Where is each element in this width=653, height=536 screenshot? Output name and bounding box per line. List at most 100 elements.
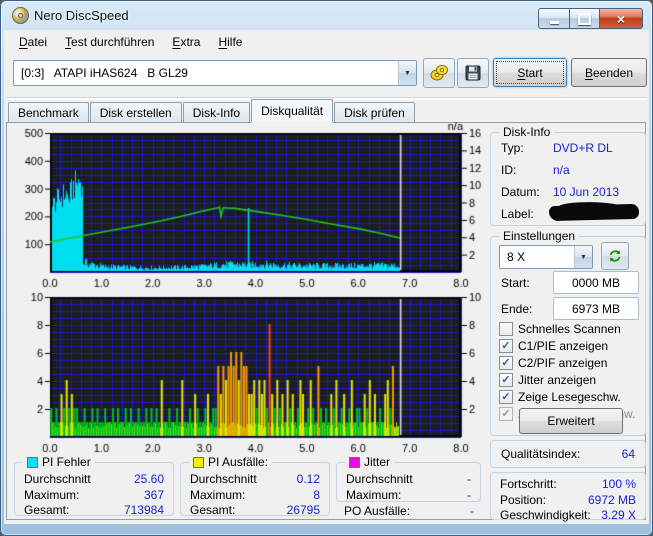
po-failures-row: PO Ausfälle: - (344, 504, 474, 518)
checkbox-label: Jitter anzeigen (518, 372, 597, 387)
end-pos-label: Ende: (501, 302, 533, 316)
menu-item-extra[interactable]: Extra (163, 33, 209, 51)
menu-item-datei[interactable]: Datei (10, 33, 56, 51)
pi-errors-group: PI Fehler Durchschnitt 25.60 Maximum: 367 … (14, 455, 174, 519)
stat-label: Durchschnitt (190, 472, 257, 486)
start-pos-label: Start: (501, 276, 530, 290)
tab-disk-erstellen[interactable]: Disk erstellen (89, 102, 182, 122)
toolbar: [0:3] ATAPI iHAS624 B GL29 ▼ Start Beend… (4, 52, 649, 96)
stat-label: Gesamt: (190, 503, 236, 517)
checkbox-box: ✓ (499, 372, 513, 387)
pi-failures-legend: PI Ausfälle: (189, 455, 273, 469)
minimize-icon (549, 21, 559, 24)
pi-failures-group: PI Ausfälle: Durchschnitt 0.12 Maximum: 8 … (180, 455, 330, 519)
start-pos-field[interactable]: 0000 MB (553, 271, 639, 294)
end-pos-value: 6973 MB (571, 301, 621, 316)
drive-select[interactable]: [0:3] ATAPI iHAS624 B GL29 ▼ (13, 60, 417, 86)
checkbox-jitter-anzeigen[interactable]: ✓ Jitter anzeigen (499, 372, 596, 387)
maximize-button[interactable] (570, 8, 600, 29)
pi-errors-title: PI Fehler (42, 455, 91, 469)
refresh-icon (609, 250, 621, 262)
stat-row: Gesamt: 713984 (15, 503, 173, 519)
checkbox-box: ✓ (499, 406, 513, 421)
pie-error-chart (8, 122, 486, 288)
pi-errors-swatch (27, 456, 38, 468)
checkbox-c1-pie-anzeigen[interactable]: ✓ C1/PIE anzeigen (499, 338, 608, 353)
close-icon: × (616, 10, 626, 27)
stat-value: - (467, 472, 471, 486)
menu-item-hilfe[interactable]: Hilfe (209, 33, 251, 51)
pi-errors-legend: PI Fehler (23, 455, 95, 469)
checkbox-zeige-lesegeschw[interactable]: ✓ Zeige Lesegeschw. (499, 389, 621, 404)
start-button[interactable]: Start (493, 58, 567, 87)
stat-value: 713984 (123, 503, 164, 517)
advanced-button[interactable]: Erweitert (519, 408, 623, 434)
checkbox-schnelles-scannen[interactable]: Schnelles Scannen (499, 321, 621, 336)
id-label: ID: (501, 163, 517, 177)
progress-panel: Fortschritt: 100 % Position: 6972 MB Gesch… (490, 472, 646, 522)
stat-label: Maximum: (346, 487, 402, 502)
disk-info-title: Disk-Info (499, 125, 555, 139)
tab-benchmark[interactable]: Benchmark (8, 102, 89, 122)
disc-options-button[interactable] (423, 58, 455, 88)
quit-button[interactable]: Beenden (571, 58, 647, 87)
stat-row: Durchschnitt 25.60 (15, 472, 173, 488)
settings-group: Einstellungen 8 X ▼ Start: 0000 MB Ende:… (490, 229, 646, 436)
tab-diskqualitaet[interactable]: Diskqualität (251, 99, 334, 122)
save-button[interactable] (457, 58, 489, 88)
datum-value: 10 Jun 2013 (553, 185, 620, 199)
speed-select[interactable]: 8 X ▼ (499, 245, 593, 269)
app-window: Nero DiscSpeed × Datei Test durchführen … (0, 0, 653, 536)
progress-label: Fortschritt: (500, 477, 557, 491)
checkbox-box: ✓ (499, 389, 513, 404)
stat-row: Maximum: 367 (15, 488, 173, 504)
end-pos-field[interactable]: 6973 MB (553, 297, 639, 320)
chevron-down-icon[interactable]: ▼ (574, 246, 592, 268)
position-value: 6972 MB (587, 492, 636, 507)
title-bar[interactable]: Nero DiscSpeed × (0, 0, 653, 30)
typ-label: Typ: (501, 141, 524, 155)
disk-info-row-id: ID: n/a (501, 163, 637, 177)
progress-row: Fortschritt: 100 % (491, 477, 645, 493)
datum-label: Datum: (501, 185, 540, 199)
stat-label: Maximum: (190, 487, 246, 502)
speed-label: Geschwindigkeit: (500, 508, 591, 522)
quality-index-value: 64 (621, 447, 635, 461)
drive-select-value: [0:3] ATAPI iHAS624 B GL29 (21, 66, 188, 80)
minimize-button[interactable] (538, 8, 570, 29)
menu-item-test-durchfuehren[interactable]: Test durchführen (56, 33, 163, 51)
speed-row: Geschwindigkeit: 3.29 X (491, 508, 645, 524)
stat-value: - (467, 487, 471, 502)
close-button[interactable]: × (600, 8, 643, 29)
disk-info-row-datum: Datum: 10 Jun 2013 (501, 185, 637, 199)
checkbox-box: ✓ (499, 355, 513, 370)
tab-disk-info[interactable]: Disk-Info (182, 102, 251, 122)
id-value: n/a (553, 163, 570, 177)
checkbox-label: C2/PIF anzeigen (518, 355, 608, 370)
stat-row: Gesamt: 26795 (181, 503, 329, 519)
pi-failures-title: PI Ausfälle: (208, 455, 269, 469)
stat-row: Durchschnitt - (337, 472, 480, 488)
quality-index-label: Qualitätsindex: (501, 447, 581, 461)
checkbox-label: Schnelles Scannen (518, 321, 621, 336)
menu-bar: Datei Test durchführen Extra Hilfe (4, 31, 649, 52)
stat-row: Durchschnitt 0.12 (181, 472, 329, 488)
stat-label: Durchschnitt (346, 472, 413, 486)
jitter-swatch (349, 456, 360, 468)
chevron-down-icon[interactable]: ▼ (398, 61, 416, 85)
window-controls: × (538, 8, 643, 29)
label-label: Label: (501, 207, 534, 221)
stat-value: 0.12 (296, 472, 320, 486)
speed-value: 3.29 X (601, 508, 636, 522)
stat-row: Maximum: - (337, 488, 480, 504)
typ-value: DVD+R DL (553, 141, 613, 155)
checkbox-box (499, 321, 513, 336)
stat-value: 367 (143, 487, 164, 502)
settings-title: Einstellungen (499, 229, 580, 243)
tab-disk-pruefen[interactable]: Disk prüfen (334, 102, 415, 122)
stat-value: 26795 (286, 503, 320, 517)
pif-failure-chart (8, 286, 486, 456)
refresh-button[interactable] (601, 242, 629, 270)
checkbox-c2-pif-anzeigen[interactable]: ✓ C2/PIF anzeigen (499, 355, 607, 370)
maximize-icon (578, 12, 591, 25)
